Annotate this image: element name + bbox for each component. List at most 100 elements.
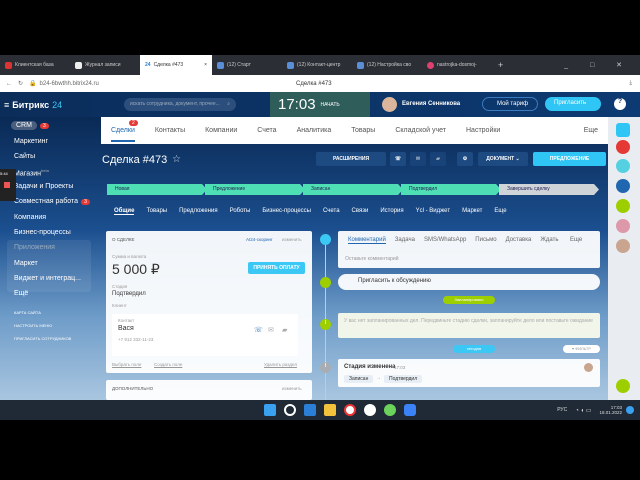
tab-warehouse[interactable]: Складской учет [395,127,446,134]
search-icon[interactable] [284,404,296,416]
start-icon[interactable] [264,404,276,416]
tab-products[interactable]: Товары [351,127,375,134]
sidebar-item-sites[interactable]: Сайты [14,153,35,160]
wifi-volume-icons[interactable]: ◔ ◖ ▭ [575,407,591,414]
url-field[interactable]: b24-6bwthh.bitrix24.ru [40,81,99,87]
tl-tab[interactable]: Задача [395,237,415,244]
tl-tab[interactable]: Письмо [475,237,496,244]
sidebar-item-tasks[interactable]: Задачи и Проекты [14,183,73,190]
clock[interactable]: 17:03 18.01.2022 [599,405,622,415]
stage-booked[interactable]: Записан [303,184,403,195]
tab-settings[interactable]: Настройки [466,127,500,134]
browser-tab[interactable]: (12) Старт [212,55,282,75]
browser-tab[interactable]: Клиентская база [0,55,70,75]
accept-payment-button[interactable]: ПРИНЯТЬ ОПЛАТУ [248,262,305,274]
tab-invoices[interactable]: Счета [257,127,276,134]
stage-new[interactable]: Новая [107,184,207,195]
scoring-link[interactable]: АI24-скоринг [246,237,273,242]
avatar[interactable] [616,239,630,253]
settings-icon[interactable]: ⚙ [457,152,473,166]
sidebar-item-company[interactable]: Компания [14,214,46,221]
back-icon[interactable]: ← [6,81,12,87]
download-icon[interactable]: ⤓ [629,80,632,87]
search-input[interactable]: искать сотрудника, документ, прочее... ⌕ [124,98,236,111]
proposal-button[interactable]: ПРЕДЛОЖЕНИЕ [533,152,606,166]
overlay-recorder[interactable]: 5:44 [0,169,16,201]
deal-tab[interactable]: Товары [146,208,167,215]
comment-input[interactable]: Оставьте комментарий [345,256,399,262]
notifications-icon[interactable] [616,123,630,137]
reload-icon[interactable]: ↻ [18,80,23,87]
invite-discussion[interactable]: Пригласить к обсуждению [338,274,600,290]
tl-tab[interactable]: SMS/WhatsApp [424,237,466,244]
create-field-link[interactable]: Создать поле [154,362,182,367]
call-icon[interactable]: ☏ [390,152,406,166]
language-indicator[interactable]: РУС [557,407,567,413]
deal-tab[interactable]: Предложения [179,208,217,215]
sidebar-item-bp[interactable]: Бизнес-процессы [14,229,71,236]
messenger-icon[interactable] [616,159,630,173]
mail-icon[interactable]: ✉ [410,152,426,166]
choose-field-link[interactable]: Выбрать поле [112,362,141,367]
stage-proposal[interactable]: Предложение [205,184,305,195]
deal-tab-general[interactable]: Общие [114,208,135,215]
browser-tab[interactable]: nastrojka-dosmoj- [422,55,492,75]
tab-companies[interactable]: Компании [205,127,237,134]
user-name[interactable]: Евгения Сенникова [402,101,460,107]
sidebar-item-market[interactable]: Маркет [14,260,38,267]
tab-more[interactable]: Еще [584,127,598,134]
window-controls[interactable]: _ □ ✕ [564,61,632,69]
close-tab-icon[interactable]: × [204,62,207,68]
logo[interactable]: Битрикс [12,100,49,110]
work-time-widget[interactable]: 17:03 НАЧАТЬ [270,92,370,117]
phone-icon[interactable]: ☏ [254,326,263,334]
document-button[interactable]: ДОКУМЕНТ ⌄ [478,152,528,166]
tariff-button[interactable]: Мой тариф [482,97,538,111]
sidebar-item-shop[interactable]: Магазин [14,170,41,177]
contact-name[interactable]: Вася [118,325,134,332]
phone-app-icon[interactable] [384,404,396,416]
deal-tab[interactable]: История [380,208,403,215]
sidebar-apps-header[interactable]: Приложения [14,244,55,251]
deal-tab[interactable]: Счета [323,208,340,215]
help-icon[interactable]: ? [614,98,626,110]
chat-icon[interactable]: ▰ [282,326,287,334]
tl-tab[interactable]: Ждать [540,237,558,244]
chat-icon[interactable]: ▰ [430,152,446,166]
sidebar-item-crm[interactable]: CRM [11,121,37,130]
outlook-icon[interactable] [304,404,316,416]
sidebar-item-collab[interactable]: Совместная работа [14,198,78,205]
extensions-button[interactable]: РАСШИРЕНИЯ [316,152,386,166]
edit-link[interactable]: изменить [282,237,302,242]
tl-tab[interactable]: Доставка [506,237,532,244]
extra-edit-link[interactable]: изменить [282,386,302,391]
browser-tab-active[interactable]: 24 Сделка #473 × [140,55,212,75]
tl-tab-more[interactable]: Еще [570,237,582,243]
invite-button[interactable]: Пригласить [545,97,601,111]
record-stop-icon[interactable] [4,182,10,188]
notification-icon[interactable] [626,406,634,414]
contact-phone[interactable]: +7 912 332-11-23 [118,337,153,342]
call-icon[interactable] [616,379,630,393]
deal-tab[interactable]: Ycl - Виджет [416,208,450,215]
new-tab-icon[interactable]: + [498,60,503,70]
deal-tab[interactable]: Роботы [230,208,251,215]
star-icon[interactable]: ☆ [172,154,181,165]
profile-icon[interactable] [616,140,630,154]
stage-confirmed[interactable]: Подтвердил [401,184,501,195]
tl-tab-comment[interactable]: Комментарий [348,237,386,244]
tab-contacts[interactable]: Контакты [155,127,185,134]
browser-tab[interactable]: (12) Настройка сво [352,55,422,75]
sidebar-item-widget[interactable]: Виджет и интеграц... [14,275,81,282]
deal-tab[interactable]: Бизнес-процессы [262,208,311,215]
avatar[interactable] [616,219,630,233]
tab-analytics[interactable]: Аналитика [297,127,332,134]
zoom-icon[interactable] [404,404,416,416]
deal-tab-more[interactable]: Еще [494,208,506,215]
sidebar-item-marketing[interactable]: Маркетинг [14,138,48,145]
configure-menu-link[interactable]: НАСТРОИТЬ МЕНЮ [14,323,52,328]
chat-icon[interactable] [616,179,630,193]
browser-tab[interactable]: Журнал записи [70,55,140,75]
sidebar-more[interactable]: Ещё [14,290,28,297]
stage-finish[interactable]: Завершить сделку [499,184,599,195]
